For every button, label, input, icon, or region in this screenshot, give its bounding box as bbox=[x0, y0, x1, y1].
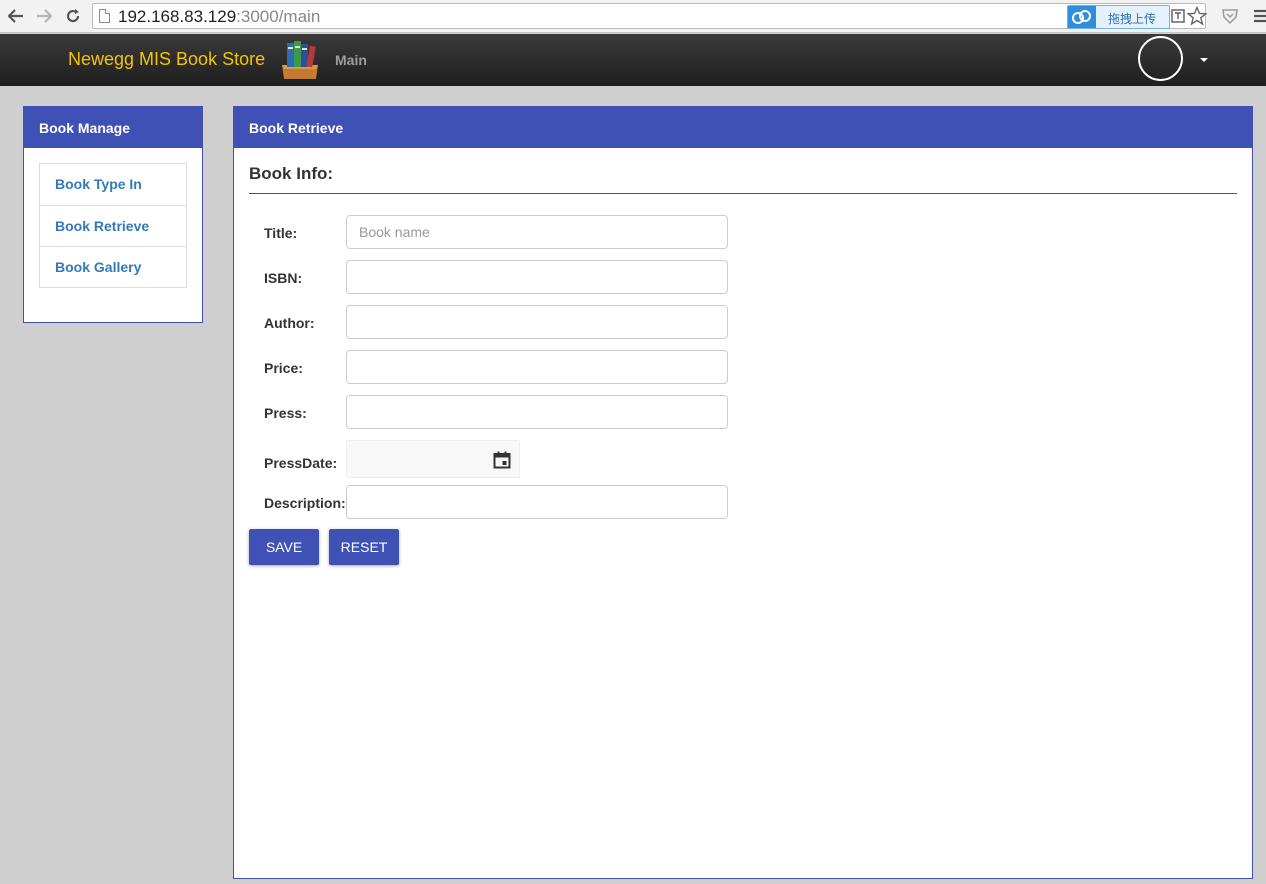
main-panel-title: Book Retrieve bbox=[234, 107, 1252, 148]
main-panel: Book Retrieve Book Info: Title: ISBN: Au… bbox=[233, 106, 1253, 879]
url-text: 192.168.83.129:3000/main bbox=[118, 7, 321, 26]
sidebar-panel: Book Manage Book Type In Book Retrieve B… bbox=[23, 106, 203, 323]
extension-label: 拖拽上传 bbox=[1108, 12, 1157, 26]
star-icon[interactable] bbox=[1186, 5, 1208, 27]
reset-button[interactable]: RESET bbox=[329, 529, 399, 565]
sidebar-item-book-gallery[interactable]: Book Gallery bbox=[40, 246, 186, 287]
chevron-down-icon[interactable] bbox=[1200, 58, 1208, 62]
page-icon bbox=[99, 9, 110, 23]
description-label: Description: bbox=[264, 495, 346, 511]
press-label: Press: bbox=[264, 405, 307, 421]
title-input[interactable] bbox=[346, 215, 728, 249]
shield-icon[interactable] bbox=[1219, 5, 1241, 27]
save-button[interactable]: SAVE bbox=[249, 529, 319, 565]
isbn-input[interactable] bbox=[346, 260, 728, 294]
author-input[interactable] bbox=[346, 305, 728, 339]
pressdate-label: PressDate: bbox=[264, 455, 338, 471]
menu-icon[interactable] bbox=[1249, 5, 1266, 27]
back-arrow-icon[interactable] bbox=[4, 4, 28, 28]
sidebar-item-book-retrieve[interactable]: Book Retrieve bbox=[40, 205, 186, 246]
upload-extension-badge[interactable]: 拖拽上传 bbox=[1067, 5, 1170, 29]
books-logo-icon bbox=[282, 41, 318, 79]
app-navbar: Newegg MIS Book Store Main bbox=[0, 34, 1266, 86]
author-label: Author: bbox=[264, 315, 315, 331]
description-input[interactable] bbox=[346, 485, 728, 519]
brand-title[interactable]: Newegg MIS Book Store bbox=[68, 49, 265, 70]
sidebar-item-book-type-in[interactable]: Book Type In bbox=[40, 164, 186, 205]
sidebar-title: Book Manage bbox=[24, 107, 202, 148]
section-title: Book Info: bbox=[249, 164, 334, 183]
nav-main-link[interactable]: Main bbox=[335, 52, 367, 68]
address-bar[interactable]: 192.168.83.129:3000/main 拖拽上传 bbox=[92, 3, 1206, 29]
pressdate-picker[interactable] bbox=[346, 440, 520, 478]
reload-icon[interactable] bbox=[61, 4, 85, 28]
calendar-icon[interactable] bbox=[493, 451, 511, 469]
press-input[interactable] bbox=[346, 395, 728, 429]
title-label: Title: bbox=[264, 225, 298, 241]
price-label: Price: bbox=[264, 360, 303, 376]
forward-arrow-icon[interactable] bbox=[32, 4, 56, 28]
avatar[interactable] bbox=[1138, 36, 1183, 81]
browser-toolbar: 192.168.83.129:3000/main 拖拽上传 bbox=[0, 0, 1266, 33]
section-divider bbox=[249, 193, 1237, 194]
price-input[interactable] bbox=[346, 350, 728, 384]
cloud-upload-icon bbox=[1068, 6, 1096, 28]
sidebar-list: Book Type In Book Retrieve Book Gallery bbox=[39, 163, 187, 288]
isbn-label: ISBN: bbox=[264, 270, 303, 286]
